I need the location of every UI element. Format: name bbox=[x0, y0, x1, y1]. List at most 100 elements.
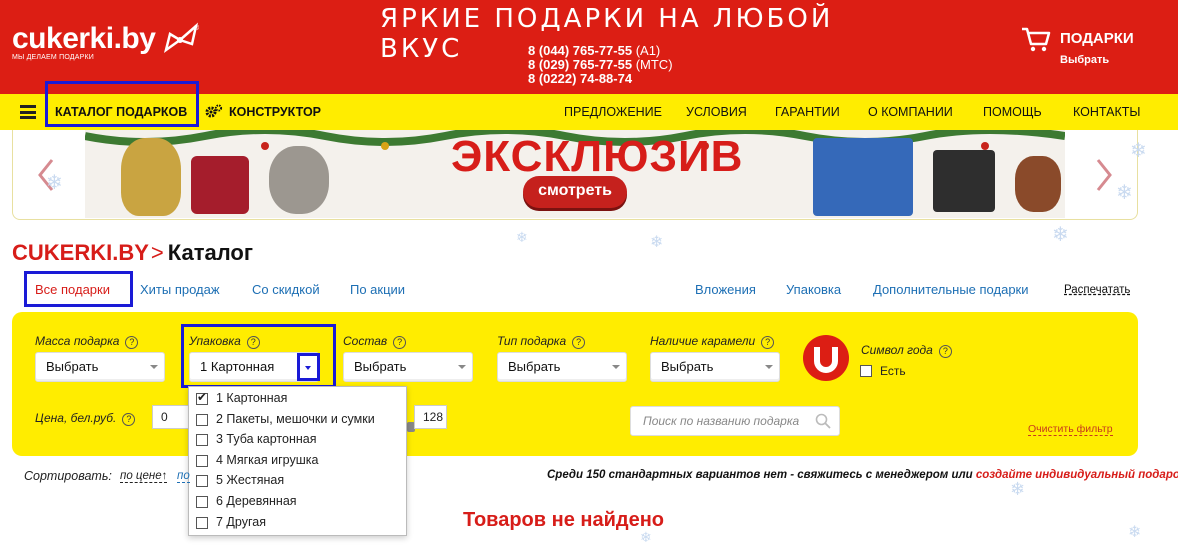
tab-promo[interactable]: По акции bbox=[350, 282, 405, 297]
toy-bear-image bbox=[269, 146, 329, 214]
banner-image[interactable]: ЭКСКЛЮЗИВ смотреть bbox=[85, 130, 1065, 218]
chevron-down-icon bbox=[765, 365, 773, 369]
print-link[interactable]: Распечатать bbox=[1064, 284, 1130, 296]
help-icon[interactable]: ? bbox=[761, 336, 775, 349]
breadcrumb-root[interactable]: CUKERKI.BY bbox=[12, 240, 149, 265]
symbol-option-label: Есть bbox=[880, 364, 906, 378]
sort-label: Сортировать: bbox=[24, 469, 112, 483]
snowflake-icon: ❄ bbox=[1010, 479, 1026, 500]
pack-option[interactable]: 4 Мягкая игрушка bbox=[189, 451, 408, 471]
site-logo[interactable]: cukerki.by МЫ ДЕЛАЕМ ПОДАРКИ ® bbox=[12, 22, 200, 61]
mass-label: Масса подарка? bbox=[35, 334, 139, 349]
custom-gift-link[interactable]: создайте индивидуальный подарок bbox=[976, 469, 1178, 481]
phone-line[interactable]: 8 (029) 765-77-55 (МТС) bbox=[528, 58, 673, 72]
nav-about[interactable]: О КОМПАНИИ bbox=[868, 105, 953, 119]
pack-option[interactable]: 5 Жестяная bbox=[189, 471, 408, 491]
empty-results-message: Товаров не найдено bbox=[463, 509, 664, 531]
option-checkbox bbox=[196, 390, 208, 405]
snowflake-icon: ❄ bbox=[650, 232, 664, 251]
pack-option[interactable]: 6 Деревянная bbox=[189, 492, 408, 512]
nav-terms[interactable]: УСЛОВИЯ bbox=[686, 105, 747, 119]
price-label: Цена, бел.руб.? bbox=[35, 411, 136, 426]
composition-select[interactable]: Выбрать bbox=[343, 352, 473, 382]
toy-bag-image bbox=[191, 156, 249, 214]
symbol-label: Символ года? bbox=[861, 343, 952, 358]
tab-all-gifts[interactable]: Все подарки bbox=[35, 282, 110, 297]
breadcrumb: CUKERKI.BY> Каталог bbox=[12, 240, 253, 266]
option-checkbox bbox=[196, 517, 208, 529]
phone-number: 8 (029) 765-77-55 bbox=[528, 57, 633, 72]
phone-operator: (A1) bbox=[635, 43, 661, 58]
pack-option[interactable]: 1 Картонная bbox=[189, 389, 408, 409]
clear-filter-link[interactable]: Очистить фильтр bbox=[1028, 423, 1113, 436]
top-header: cukerki.by МЫ ДЕЛАЕМ ПОДАРКИ ® ЯРКИЕ ПОД… bbox=[0, 0, 1178, 94]
snowflake-icon: ❄ bbox=[1128, 522, 1142, 541]
chevron-down-icon bbox=[612, 365, 620, 369]
phone-operator: (МТС) bbox=[635, 57, 673, 72]
option-checkbox bbox=[196, 414, 208, 426]
menu-icon[interactable] bbox=[20, 105, 36, 119]
tab-extra-gifts[interactable]: Дополнительные подарки bbox=[873, 282, 1029, 297]
mass-select[interactable]: Выбрать bbox=[35, 352, 165, 382]
banner-view-button[interactable]: смотреть bbox=[523, 176, 627, 208]
breadcrumb-separator: > bbox=[150, 240, 164, 265]
nav-contacts[interactable]: КОНТАКТЫ bbox=[1073, 105, 1140, 119]
type-select-value: Выбрать bbox=[508, 359, 561, 374]
nav-offer[interactable]: ПРЕДЛОЖЕНИЕ bbox=[564, 105, 662, 119]
chevron-down-icon bbox=[305, 366, 311, 370]
catalog-highlight bbox=[45, 81, 199, 127]
help-icon[interactable]: ? bbox=[938, 345, 952, 358]
logo-text: cukerki.by bbox=[12, 22, 156, 55]
nav-help[interactable]: ПОМОЩЬ bbox=[983, 105, 1042, 119]
tab-discount[interactable]: Со скидкой bbox=[252, 282, 320, 297]
phone-line[interactable]: 8 (0222) 74-88-74 bbox=[528, 72, 673, 86]
tab-packaging[interactable]: Упаковка bbox=[786, 282, 841, 297]
nav-constructor[interactable]: КОНСТРУКТОР bbox=[205, 104, 321, 119]
snowflake-icon: ❄ bbox=[1130, 138, 1147, 162]
cart-title: ПОДАРКИ bbox=[1060, 30, 1134, 47]
trademark-mark: ® bbox=[194, 24, 200, 32]
caramel-label: Наличие карамели? bbox=[650, 334, 775, 349]
type-select[interactable]: Выбрать bbox=[497, 352, 627, 382]
mass-select-value: Выбрать bbox=[46, 359, 99, 374]
search-input[interactable]: Поиск по названию подарка bbox=[630, 406, 840, 436]
phone-line[interactable]: 8 (044) 765-77-55 (A1) bbox=[528, 44, 673, 58]
cart-subtitle: Выбрать bbox=[1060, 54, 1110, 66]
horseshoe-icon bbox=[803, 335, 849, 381]
price-min-input[interactable]: 0 bbox=[152, 405, 192, 429]
gift-bow-icon: ® bbox=[163, 22, 200, 53]
nav-guarantees[interactable]: ГАРАНТИИ bbox=[775, 105, 840, 119]
help-icon[interactable]: ? bbox=[122, 413, 136, 426]
sort-by-price[interactable]: по цене↑ bbox=[120, 470, 168, 483]
nav-constructor-label: КОНСТРУКТОР bbox=[229, 105, 322, 119]
pack-option[interactable]: 7 Другая bbox=[189, 513, 408, 533]
sort-by-other[interactable]: по bbox=[177, 470, 190, 483]
chevron-down-icon bbox=[150, 365, 158, 369]
toy-horse-image bbox=[121, 138, 181, 216]
pack-dropdown-list: 1 Картонная 2 Пакеты, мешочки и сумки 3 … bbox=[188, 386, 407, 536]
phone-list: 8 (044) 765-77-55 (A1) 8 (029) 765-77-55… bbox=[528, 44, 673, 86]
help-icon[interactable]: ? bbox=[125, 336, 139, 349]
pack-option[interactable]: 2 Пакеты, мешочки и сумки bbox=[189, 410, 408, 430]
help-icon[interactable]: ? bbox=[393, 336, 407, 349]
option-checkbox bbox=[196, 455, 208, 467]
banner-title: ЭКСКЛЮЗИВ bbox=[451, 132, 744, 181]
phone-number: 8 (044) 765-77-55 bbox=[528, 43, 633, 58]
caramel-select[interactable]: Выбрать bbox=[650, 352, 780, 382]
gears-icon bbox=[205, 104, 223, 118]
snowflake-icon: ❄ bbox=[1116, 180, 1133, 204]
type-label: Тип подарка? bbox=[497, 334, 586, 349]
composition-label: Состав? bbox=[343, 334, 407, 349]
nav-catalog[interactable]: КАТАЛОГ ПОДАРКОВ bbox=[55, 105, 187, 119]
chevron-right-icon[interactable] bbox=[1094, 158, 1114, 192]
price-max-input[interactable]: 128 bbox=[414, 405, 447, 429]
composition-select-value: Выбрать bbox=[354, 359, 407, 374]
help-icon[interactable]: ? bbox=[572, 336, 586, 349]
search-icon[interactable] bbox=[815, 413, 831, 429]
tab-bestsellers[interactable]: Хиты продаж bbox=[140, 282, 220, 297]
caramel-select-value: Выбрать bbox=[661, 359, 714, 374]
symbol-checkbox[interactable] bbox=[860, 365, 872, 377]
search-placeholder: Поиск по названию подарка bbox=[643, 414, 800, 428]
tab-contents[interactable]: Вложения bbox=[695, 282, 756, 297]
pack-option[interactable]: 3 Туба картонная bbox=[189, 430, 408, 450]
